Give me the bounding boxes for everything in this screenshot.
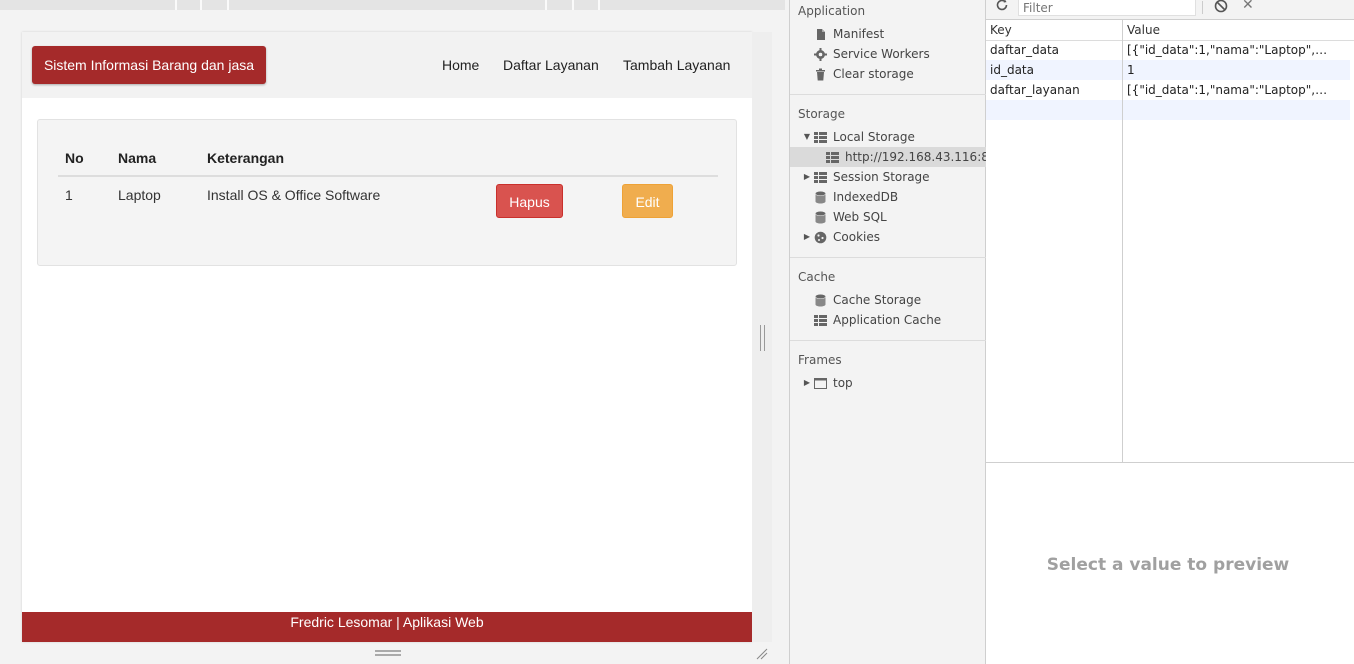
data-table-card: No Nama Keterangan 1 Laptop Install OS &… xyxy=(37,119,737,266)
column-header-nama: Nama xyxy=(118,150,157,166)
cell-key[interactable]: daftar_layanan xyxy=(990,80,1118,100)
grid-icon xyxy=(826,151,839,163)
key-value-table: Key Value daftar_data [{"id_data":1,"nam… xyxy=(986,20,1354,462)
sidebar-item-service-workers[interactable]: Service Workers xyxy=(814,44,930,64)
expanded-arrow-icon[interactable]: ▼ xyxy=(802,127,812,147)
section-title-cache: Cache xyxy=(798,270,836,284)
sidebar-item-label: top xyxy=(833,376,853,390)
sidebar-item-cookies[interactable]: ▶ Cookies xyxy=(804,227,880,247)
column-header-key[interactable]: Key xyxy=(990,20,1012,40)
sidebar-item-websql[interactable]: Web SQL xyxy=(814,207,887,227)
sidebar-item-cache-storage[interactable]: Cache Storage xyxy=(814,290,921,310)
collapsed-arrow-icon[interactable]: ▶ xyxy=(802,167,812,187)
navbar: Sistem Informasi Barang dan jasa Home Da… xyxy=(22,32,752,98)
nav-link-daftar-layanan[interactable]: Daftar Layanan xyxy=(503,57,599,73)
filter-input[interactable] xyxy=(1018,0,1196,16)
sidebar-item-label: Application Cache xyxy=(833,313,942,327)
section-title-frames: Frames xyxy=(798,353,842,367)
sidebar-item-label: Web SQL xyxy=(833,210,887,224)
sidebar-item-indexeddb[interactable]: IndexedDB xyxy=(814,187,898,207)
delete-selected-icon[interactable]: ✕ xyxy=(1242,0,1254,13)
edit-button[interactable]: Edit xyxy=(622,184,673,218)
ruler-tick xyxy=(175,0,177,10)
cell-nama: Laptop xyxy=(118,187,161,203)
application-sidebar: Application Manifest Service Workers Cle… xyxy=(789,0,1012,664)
table-row[interactable]: daftar_layanan [{"id_data":1,"nama":"Lap… xyxy=(986,80,1350,100)
sidebar-item-application-cache[interactable]: Application Cache xyxy=(814,310,941,330)
sidebar-item-clear-storage[interactable]: Clear storage xyxy=(814,64,914,84)
sidebar-item-label: Local Storage xyxy=(833,130,915,144)
database-icon xyxy=(815,191,826,203)
cookie-icon xyxy=(814,231,827,243)
sidebar-item-label: IndexedDB xyxy=(833,190,899,204)
viewport-height-resize-handle[interactable] xyxy=(375,650,401,656)
empty-row[interactable] xyxy=(986,100,1350,120)
sidebar-item-label: Cookies xyxy=(833,230,880,244)
sidebar-item-label: Clear storage xyxy=(833,67,914,81)
sidebar-item-local-storage[interactable]: ▼ Local Storage xyxy=(804,127,915,147)
delete-button[interactable]: Hapus xyxy=(496,184,563,218)
ruler-tick xyxy=(572,0,574,10)
cell-no: 1 xyxy=(65,187,73,203)
device-emulation-area: Sistem Informasi Barang dan jasa Home Da… xyxy=(0,0,789,664)
cell-value[interactable]: [{"id_data":1,"nama":"Laptop","ket":"I..… xyxy=(1127,80,1330,100)
nav-link-home[interactable]: Home xyxy=(442,57,479,73)
sidebar-item-session-storage[interactable]: ▶ Session Storage xyxy=(804,167,930,187)
grid-icon xyxy=(814,131,827,143)
ruler-tick xyxy=(200,0,202,10)
cell-key[interactable]: daftar_data xyxy=(990,40,1118,60)
column-header-keterangan: Keterangan xyxy=(207,150,285,166)
ruler-tick xyxy=(545,0,547,10)
section-divider xyxy=(790,257,986,258)
page-viewport: Sistem Informasi Barang dan jasa Home Da… xyxy=(22,32,752,642)
footer: Fredric Lesomar | Aplikasi Web xyxy=(22,612,752,642)
file-icon xyxy=(817,28,825,40)
toolbar-divider xyxy=(1202,1,1203,14)
grid-icon xyxy=(814,171,827,183)
database-icon xyxy=(815,211,826,223)
column-header-no: No xyxy=(65,150,84,166)
cell-value[interactable]: 1 xyxy=(1127,60,1330,80)
viewport-width-resize-handle[interactable] xyxy=(760,325,765,351)
value-preview-pane: Select a value to preview xyxy=(986,463,1354,664)
clear-all-icon[interactable] xyxy=(1214,0,1228,13)
refresh-icon[interactable] xyxy=(994,0,1010,13)
table-row[interactable]: daftar_data [{"id_data":1,"nama":"Laptop… xyxy=(986,40,1350,60)
brand-button[interactable]: Sistem Informasi Barang dan jasa xyxy=(32,46,266,84)
section-title-application: Application xyxy=(798,4,866,18)
gear-icon xyxy=(814,47,827,61)
section-divider xyxy=(790,340,986,341)
nav-link-tambah-layanan[interactable]: Tambah Layanan xyxy=(623,57,730,73)
sidebar-item-frame-top[interactable]: ▶ top xyxy=(804,373,853,393)
frame-icon xyxy=(814,377,827,389)
section-divider xyxy=(790,94,986,95)
grid-icon xyxy=(814,314,827,326)
sidebar-item-label: Session Storage xyxy=(833,170,930,184)
sidebar-item-label: Cache Storage xyxy=(833,293,922,307)
storage-toolbar: ✕ xyxy=(986,0,1354,20)
section-title-storage: Storage xyxy=(798,107,845,121)
ruler-tick xyxy=(598,0,600,10)
cell-value[interactable]: [{"id_data":1,"nama":"Laptop","alama... xyxy=(1127,40,1330,60)
cell-keterangan: Install OS & Office Software xyxy=(207,187,381,203)
media-query-ruler[interactable] xyxy=(0,0,785,10)
header-divider xyxy=(58,175,718,177)
column-header-value[interactable]: Value xyxy=(1127,20,1160,40)
sidebar-item-label: Service Workers xyxy=(833,47,930,61)
sidebar-item-label: Manifest xyxy=(833,27,885,41)
ruler-tick xyxy=(227,0,229,10)
preview-placeholder: Select a value to preview xyxy=(1046,555,1290,575)
sidebar-item-manifest[interactable]: Manifest xyxy=(814,24,884,44)
column-divider[interactable] xyxy=(1122,20,1123,462)
cell-key[interactable]: id_data xyxy=(990,60,1118,80)
collapsed-arrow-icon[interactable]: ▶ xyxy=(802,227,812,247)
viewport-corner-resize-handle[interactable] xyxy=(756,648,768,660)
trash-icon xyxy=(816,68,825,80)
collapsed-arrow-icon[interactable]: ▶ xyxy=(802,373,812,393)
storage-panel: ✕ Key Value daftar_data [{"id_data":1,"n… xyxy=(986,0,1354,664)
database-icon xyxy=(815,294,826,306)
sidebar-item-local-origin[interactable]: http://192.168.43.116:8080 xyxy=(826,147,1012,167)
table-row[interactable]: id_data 1 xyxy=(986,60,1350,80)
